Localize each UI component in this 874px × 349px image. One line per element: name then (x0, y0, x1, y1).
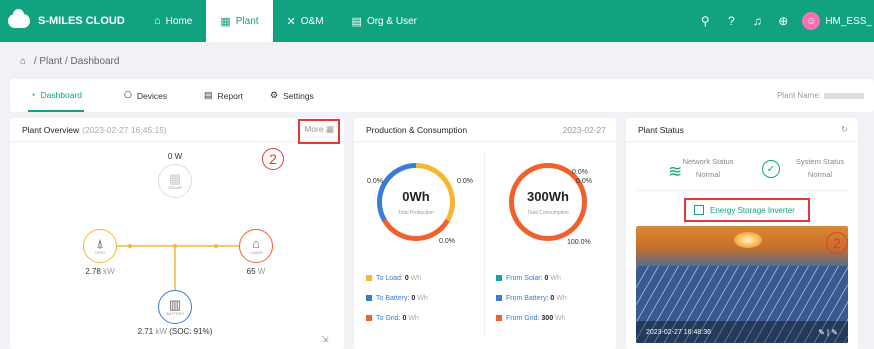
legend-to-load: To Load: 0 Wh (366, 275, 421, 282)
home-icon[interactable]: ⌂ (20, 56, 26, 67)
tab-report[interactable]: ▤ Report (204, 79, 243, 112)
user-name[interactable]: HM_ESS_ (825, 16, 872, 27)
card-title: Plant Status (638, 124, 684, 135)
breadcrumb-plant[interactable]: Plant (39, 56, 62, 67)
plant-name-value (824, 92, 864, 99)
tab-settings[interactable]: ⚙ Settings (270, 79, 314, 112)
system-status: System Status Normal (795, 157, 845, 179)
battery-value: 2.71 kW (SOC: 91%) (137, 327, 213, 336)
nav-item-plant[interactable]: ▦ Plant (206, 0, 273, 42)
tab-devices[interactable]: ⎔ Devices (124, 79, 167, 112)
top-actions: ⚲ ? ♫ ⊕ ☺ HM_ESS_ (692, 0, 874, 42)
sun-glow (734, 232, 762, 248)
search-icon[interactable]: ⚲ (692, 14, 718, 28)
tools-icon: ✕ (286, 15, 296, 28)
nav-item-home[interactable]: ⌂ Home (140, 0, 206, 42)
battery-icon: ▥ (168, 297, 182, 312)
breadcrumb-dashboard: Dashboard (70, 56, 120, 67)
tab-dashboard[interactable]: ◔ Dashboard (28, 79, 85, 112)
plant-status-card: Plant Status ↻ ≋ Network Status Normal ✓ … (626, 118, 858, 349)
divider (484, 152, 485, 337)
total-production-value: 0Wh (402, 188, 430, 204)
solar-node[interactable]: ▦ SOLAR (158, 164, 192, 198)
network-status: Network Status Normal (682, 157, 734, 179)
loads-value: 65 W (246, 267, 266, 276)
production-consumption-card: Production & Consumption 2023-02-27 0Wh … (354, 118, 616, 349)
main-nav: ⌂ Home ▦ Plant ✕ O&M ▤ Org & User (140, 0, 431, 42)
total-production-label: Total Production (398, 209, 434, 216)
solar-value: 0 W (167, 152, 183, 161)
plant-icon: ▦ (220, 15, 231, 28)
card-title: Production & Consumption (366, 124, 468, 135)
legend-to-grid: To Grid: 0 Wh (366, 315, 419, 322)
pct-label: 0.0% (439, 238, 455, 245)
battery-node[interactable]: ▥ BATTERY (158, 290, 192, 324)
report-icon: ▤ (204, 90, 213, 100)
inverter-icon (694, 205, 704, 215)
refresh-icon[interactable]: ↻ (841, 124, 848, 135)
plant-photo: 2 2023-02-27 16:48:36 ✎ | ✎ (636, 226, 848, 343)
expand-icon[interactable]: ⇲ (321, 334, 329, 345)
total-consumption-label: Total Consumption (527, 209, 569, 216)
bell-icon[interactable]: ♫ (744, 14, 770, 28)
legend-from-solar: From Solar: 0 Wh (496, 275, 561, 282)
breadcrumb: ⌂ / Plant / Dashboard (20, 56, 120, 67)
app-name: S-MILES CLOUD (38, 15, 125, 27)
plant-status-header: Plant Status ↻ (626, 118, 858, 142)
gear-icon: ⚙ (270, 90, 279, 100)
solar-panel-icon: ▦ (168, 171, 182, 186)
globe-icon[interactable]: ⊕ (770, 14, 796, 28)
tab-bar: ◔ Dashboard ⎔ Devices ▤ Report ⚙ Settings Pl… (10, 79, 874, 112)
pct-label: 0.0% (572, 169, 588, 176)
pct-label: 0.0% (576, 178, 592, 185)
divider (636, 190, 848, 191)
plant-overview-card: Plant Overview (2023-02-27 16:45:15) Mor… (10, 118, 344, 349)
annotation-number: 2 (826, 232, 848, 254)
photo-caption: 2023-02-27 16:48:36 ✎ | ✎ (636, 321, 848, 343)
production-date[interactable]: 2023-02-27 (563, 125, 606, 135)
cloud-logo-icon (8, 9, 30, 28)
check-circle-icon: ✓ (762, 160, 780, 178)
pct-label: 0.0% (457, 178, 473, 185)
transmission-tower-icon: ⍋ (96, 236, 104, 251)
home-icon: ⌂ (154, 15, 161, 27)
avatar[interactable]: ☺ (802, 12, 821, 30)
nav-item-org-user[interactable]: ▤ Org & User (338, 0, 431, 42)
top-navbar: S-MILES CLOUD ⌂ Home ▦ Plant ✕ O&M ▤ Org & U… (0, 0, 874, 42)
total-consumption-value: 300Wh (527, 188, 569, 204)
legend-from-grid: From Grid: 300 Wh (496, 315, 566, 322)
house-icon: ⌂ (252, 236, 260, 251)
energy-storage-inverter-button[interactable]: Energy Storage Inverter (684, 198, 810, 222)
user-icon: ☺ (806, 15, 817, 27)
devices-icon: ⎔ (124, 90, 132, 100)
plant-name: Plant Name: (777, 91, 864, 100)
photo-timestamp: 2023-02-27 16:48:36 (646, 328, 711, 336)
grid-node[interactable]: ⍋ GRID (83, 229, 117, 263)
edit-photo-icon[interactable]: ✎ | ✎ (818, 328, 838, 337)
pct-label: 0.0% (367, 178, 383, 185)
production-gauge: 0Wh Total Production (377, 163, 455, 241)
help-icon[interactable]: ? (718, 14, 744, 28)
pct-label: 100.0% (567, 239, 591, 246)
grid-value: 2.78 kW (85, 267, 115, 276)
legend-from-battery: From Battery: 0 Wh (496, 295, 567, 302)
production-header: Production & Consumption 2023-02-27 (354, 118, 616, 142)
legend-to-battery: To Battery: 0 Wh (366, 295, 428, 302)
app-logo[interactable]: S-MILES CLOUD (0, 9, 140, 28)
loads-node[interactable]: ⌂ LOADS (239, 229, 273, 263)
document-icon: ▤ (351, 15, 362, 28)
dashboard-icon: ◔ (30, 89, 36, 100)
nav-item-om[interactable]: ✕ O&M (273, 0, 338, 42)
